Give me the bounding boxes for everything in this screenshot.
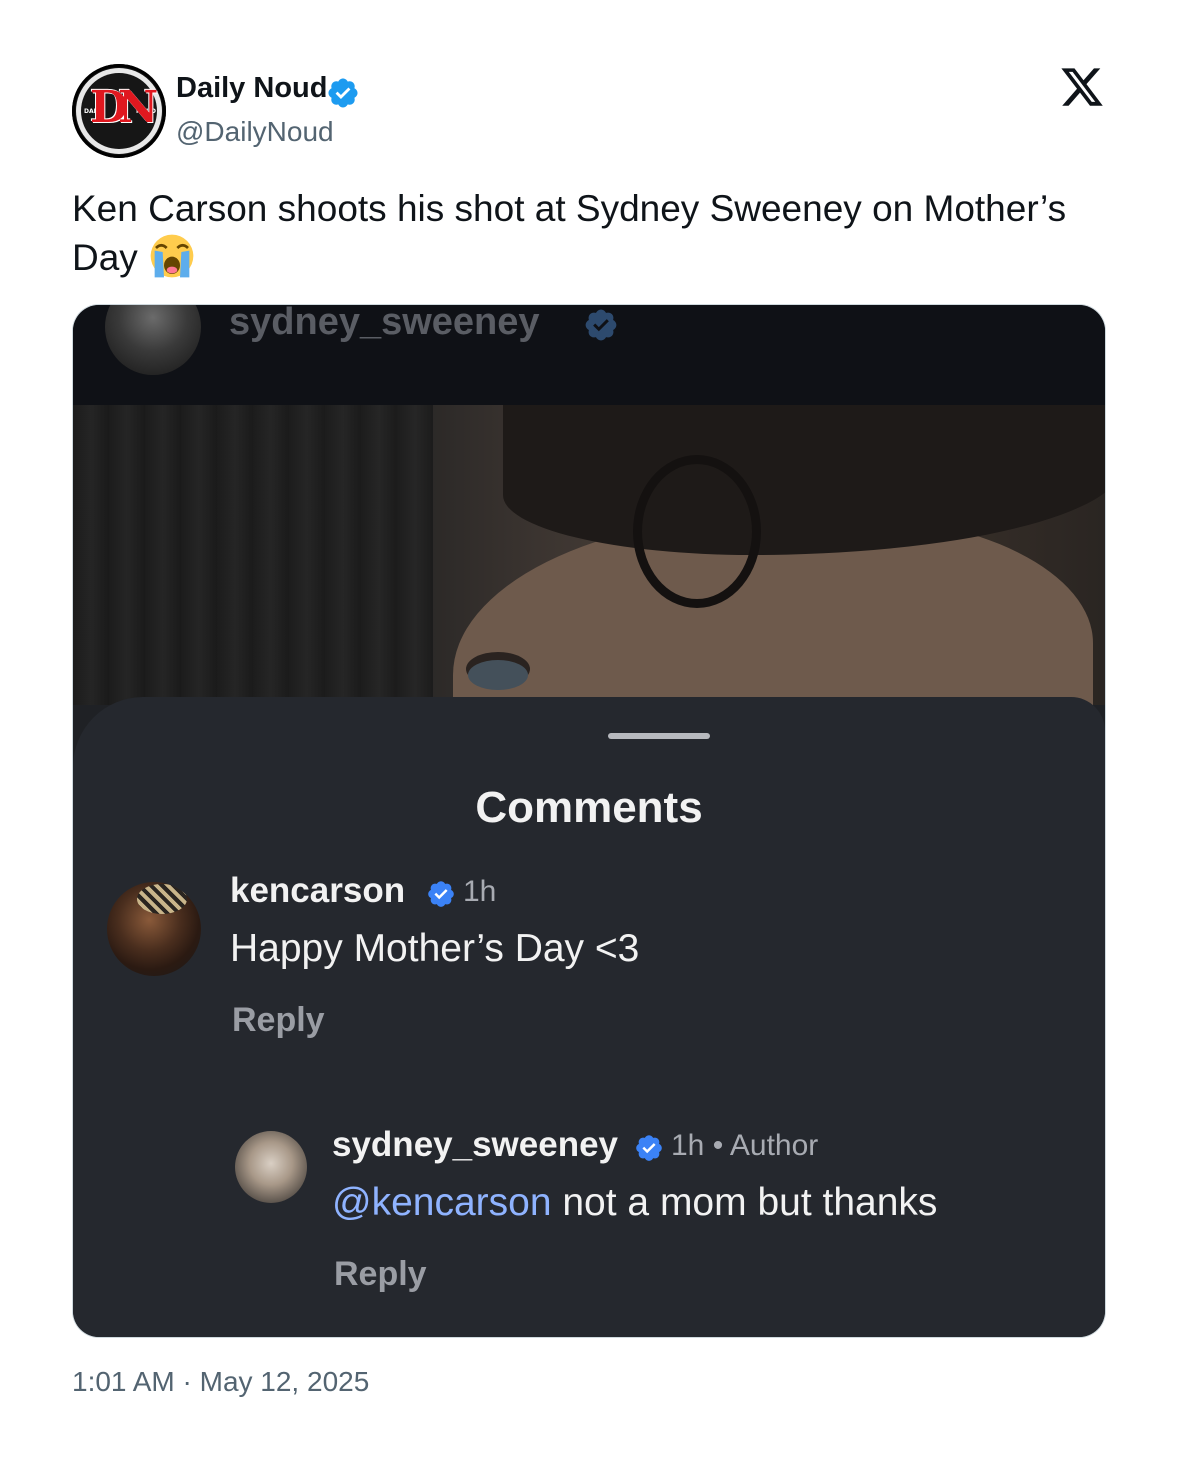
avatar-logo: DN — [89, 82, 158, 133]
ig-header: sydney_sweeney — [73, 305, 1105, 405]
photo-hair — [503, 405, 1105, 555]
comment-username[interactable]: kencarson — [230, 871, 405, 911]
author-name[interactable]: Daily Noud — [176, 72, 327, 105]
tweet-media[interactable]: sydney_sweeney Comments kencarson 1h Hap… — [73, 305, 1105, 1337]
tweet-text: Ken Carson shoots his shot at Sydney Swe… — [72, 186, 1112, 281]
comment-time-value: 1h — [671, 1129, 705, 1162]
verified-badge-icon — [636, 1135, 662, 1161]
author-handle[interactable]: @DailyNoud — [176, 116, 334, 148]
comment-username[interactable]: sydney_sweeney — [332, 1125, 618, 1165]
reply-button[interactable]: Reply — [232, 1001, 325, 1040]
comment-text: @kencarson not a mom but thanks — [332, 1181, 937, 1225]
comment-time: 1h • Author — [671, 1129, 818, 1163]
comment-avatar-sydney[interactable] — [235, 1131, 307, 1203]
photo-curtain — [73, 405, 433, 705]
tweet-timestamp[interactable]: 1:01 AM · May 12, 2025 — [72, 1366, 369, 1398]
author-tag: • Author — [712, 1129, 819, 1162]
tweet-card: DAILY NOUD DN Daily Noud @DailyNoud Ken … — [0, 0, 1180, 1468]
avatar-headpiece — [137, 884, 187, 914]
tweet-text-body: Ken Carson shoots his shot at Sydney Swe… — [72, 188, 1067, 278]
verified-badge-icon — [428, 881, 454, 907]
mention-link[interactable]: @kencarson — [332, 1181, 552, 1224]
photo-hair-curl — [633, 455, 761, 608]
ig-header-username: sydney_sweeney — [229, 305, 540, 343]
ig-header-avatar — [105, 305, 201, 375]
comments-title: Comments — [475, 783, 703, 832]
comments-sheet: Comments kencarson 1h Happy Mother’s Day… — [73, 697, 1105, 1337]
post-photo — [73, 405, 1105, 835]
comment-text: Happy Mother’s Day <3 — [230, 927, 640, 970]
verified-badge-icon — [328, 78, 358, 108]
author-avatar[interactable]: DAILY NOUD DN — [72, 64, 166, 158]
sheet-grabber[interactable] — [608, 733, 710, 739]
loudly-crying-face-icon — [150, 234, 194, 278]
reply-button[interactable]: Reply — [334, 1255, 427, 1294]
comment-text-body: not a mom but thanks — [551, 1181, 938, 1224]
comment-avatar-kencarson[interactable] — [107, 882, 201, 976]
photo-eye — [468, 660, 528, 690]
comment-time: 1h — [463, 875, 497, 908]
verified-badge-icon — [585, 309, 617, 341]
x-logo-icon[interactable] — [1058, 64, 1106, 110]
